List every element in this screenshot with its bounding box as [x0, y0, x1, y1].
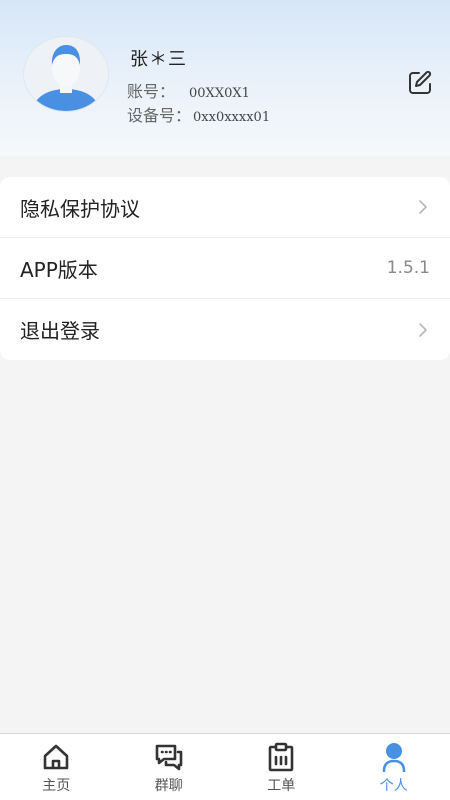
person-icon — [382, 743, 406, 772]
menu-item-app-version: APP版本 1.5.1 — [0, 238, 450, 299]
settings-menu: 隐私保护协议 APP版本 1.5.1 退出登录 — [0, 177, 450, 360]
user-avatar-icon[interactable] — [24, 37, 108, 111]
edit-icon — [409, 70, 432, 94]
tab-label: 群聊 — [154, 778, 183, 794]
menu-item-logout[interactable]: 退出登录 — [0, 299, 450, 360]
menu-item-privacy[interactable]: 隐私保护协议 — [0, 177, 450, 238]
chevron-right-icon — [419, 200, 427, 214]
edit-profile-button[interactable] — [405, 68, 435, 98]
profile-header: 张＊三 账号： 00XX0X1 设备号： 0xx0xxxx01 — [0, 0, 450, 156]
device-row: 设备号： 0xx0xxxx01 — [127, 102, 270, 126]
menu-item-label: 退出登录 — [20, 319, 100, 343]
menu-item-label: APP版本 — [20, 257, 98, 282]
tab-work-order[interactable]: 工单 — [225, 734, 338, 800]
tab-label: 个人 — [379, 778, 408, 794]
account-row: 账号： 00XX0X1 — [127, 78, 250, 102]
menu-item-label: 隐私保护协议 — [20, 196, 140, 221]
tab-personal[interactable]: 个人 — [338, 734, 450, 800]
account-label: 账号： — [127, 82, 176, 101]
device-value: 0xx0xxxx01 — [193, 110, 271, 125]
user-name: 张＊三 — [130, 49, 187, 70]
app-version-value: 1.5.1 — [386, 258, 430, 278]
tab-chat[interactable]: 群聊 — [113, 734, 226, 800]
clipboard-icon — [268, 742, 294, 772]
account-value: 00XX0X1 — [189, 86, 250, 101]
bottom-tab-bar: 主页 群聊 工单 个人 — [0, 733, 450, 800]
device-label: 设备号： — [127, 106, 192, 125]
tab-label: 工单 — [267, 778, 296, 794]
tab-label: 主页 — [42, 778, 71, 794]
chevron-right-icon — [419, 322, 427, 337]
tab-home[interactable]: 主页 — [0, 734, 113, 800]
chat-icon — [155, 744, 183, 771]
home-icon — [43, 744, 69, 770]
